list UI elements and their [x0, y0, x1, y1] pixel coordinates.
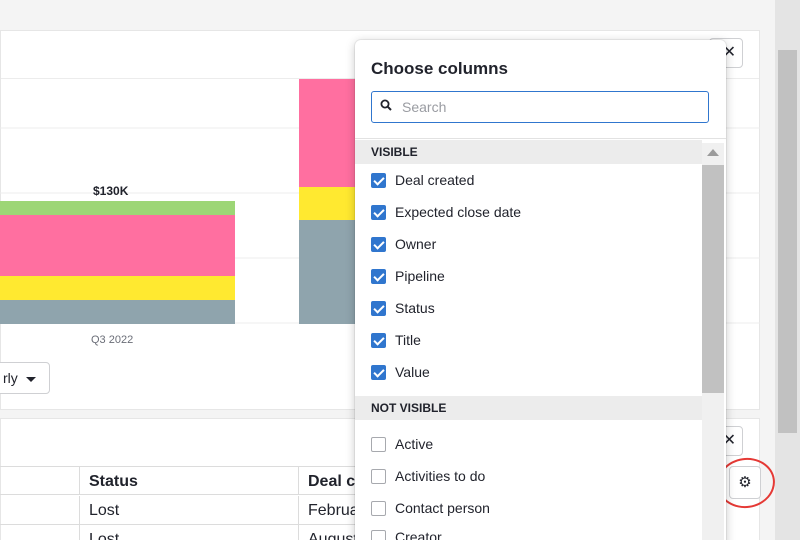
checkbox-checked[interactable]: [371, 172, 386, 188]
table-cell: [0, 466, 79, 495]
column-option-contact-person[interactable]: Contact person: [371, 494, 490, 522]
column-option-label: Deal created: [395, 172, 475, 188]
column-option-label: Active: [395, 436, 434, 452]
table-cell: [0, 525, 79, 540]
column-option-value[interactable]: Value: [371, 358, 430, 386]
column-option-label: Owner: [395, 236, 437, 252]
column-option-label: Creator: [395, 529, 442, 540]
page-scrollbar-thumb[interactable]: [778, 50, 797, 433]
popover-divider: [355, 138, 726, 139]
bar-segment-yellow[interactable]: [299, 187, 359, 220]
column-option-label: Value: [395, 364, 430, 380]
popover-scrollbar[interactable]: [702, 143, 724, 540]
interval-dropdown-label: rly: [3, 370, 18, 386]
column-option-title[interactable]: Title: [371, 326, 421, 354]
column-option-activities-to-do[interactable]: Activities to do: [371, 462, 485, 490]
checkbox-checked[interactable]: [371, 332, 386, 348]
column-option-owner[interactable]: Owner: [371, 230, 436, 258]
section-visible: VISIBLE: [355, 140, 702, 164]
bar-segment-slate[interactable]: [0, 300, 235, 324]
interval-dropdown[interactable]: rly: [0, 362, 50, 394]
column-option-label: Expected close date: [395, 204, 522, 220]
scroll-up-icon[interactable]: [707, 149, 719, 156]
column-header-status[interactable]: Status: [79, 466, 298, 495]
choose-columns-popover: Choose columns VISIBLE Deal created Expe…: [355, 40, 726, 540]
bar-total-label: $130K: [93, 184, 129, 198]
checkbox-checked[interactable]: [371, 204, 386, 220]
column-option-status[interactable]: Status: [371, 294, 435, 322]
column-option-label: Status: [395, 300, 435, 316]
bar-segment-pink[interactable]: [299, 79, 359, 187]
table-cell: Lost: [79, 496, 298, 525]
checkbox-checked[interactable]: [371, 300, 386, 316]
checkbox-checked[interactable]: [371, 268, 386, 284]
column-option-label: Title: [395, 332, 421, 348]
bar-segment-green[interactable]: [0, 201, 235, 215]
checkbox-unchecked[interactable]: [371, 436, 386, 452]
column-option-label: Activities to do: [395, 468, 486, 484]
checkbox-checked[interactable]: [371, 364, 386, 380]
search-icon: [380, 99, 392, 111]
search-input[interactable]: [402, 92, 702, 122]
column-option-creator[interactable]: Creator: [371, 523, 442, 540]
table-cell: Lost: [79, 525, 298, 540]
popover-title: Choose columns: [371, 59, 508, 78]
section-not-visible: NOT VISIBLE: [355, 396, 702, 420]
x-tick-label: Q3 2022: [91, 334, 134, 346]
column-option-label: Contact person: [395, 500, 490, 516]
table-cell: [0, 496, 79, 525]
column-option-deal-created[interactable]: Deal created: [371, 166, 474, 194]
checkbox-checked[interactable]: [371, 236, 386, 252]
bar-segment-slate[interactable]: [299, 220, 359, 324]
checkbox-unchecked[interactable]: [371, 468, 386, 484]
checkbox-unchecked[interactable]: [371, 529, 386, 540]
column-option-label: Pipeline: [395, 268, 445, 284]
bar-segment-pink[interactable]: [0, 215, 235, 276]
checkbox-unchecked[interactable]: [371, 500, 386, 516]
column-option-expected-close-date[interactable]: Expected close date: [371, 198, 521, 226]
search-box[interactable]: [371, 91, 709, 123]
column-option-active[interactable]: Active: [371, 430, 433, 458]
bar-segment-yellow[interactable]: [0, 276, 235, 300]
column-option-pipeline[interactable]: Pipeline: [371, 262, 445, 290]
chevron-down-icon: [25, 376, 36, 382]
page-scrollbar[interactable]: [775, 0, 800, 540]
popover-scrollbar-thumb[interactable]: [702, 165, 724, 393]
